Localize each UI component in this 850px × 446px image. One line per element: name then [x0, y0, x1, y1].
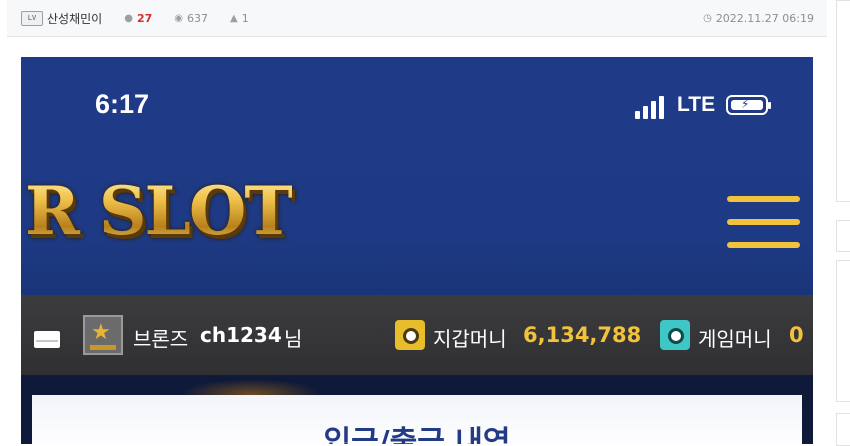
teal-safe-icon — [660, 320, 690, 350]
view-count-value: 637 — [186, 11, 208, 25]
comment-count-value: 27 — [136, 11, 153, 25]
wallet-amount: 6,134,788 — [523, 323, 642, 347]
clock-icon: ◷ — [703, 12, 712, 24]
post-date-value: 2022.11.27 06:19 — [715, 11, 814, 25]
phone-status-bar: 6:17 LTE ⚡ — [21, 57, 813, 152]
sidebar-panel — [836, 220, 850, 252]
transaction-panel: 입금/출금 내역 — [32, 395, 802, 444]
status-time: 6:17 — [95, 89, 150, 119]
like-count-value: 1 — [241, 11, 249, 25]
honorific: 님 — [284, 327, 303, 351]
wallet-label: 지갑머니 — [433, 327, 507, 351]
menu-icon[interactable] — [727, 196, 800, 248]
site-header: R SLOT — [21, 152, 813, 295]
view-count: ◉ 637 — [174, 12, 208, 25]
embedded-screenshot: 6:17 LTE ⚡ R SLOT ★ 브론즈 ch1234 님 지갑머니 6,… — [21, 57, 813, 444]
comment-icon: ● — [124, 12, 133, 24]
sidebar-panel — [836, 0, 850, 202]
like-count[interactable]: ▲ 1 — [230, 12, 249, 25]
user-info-bar: ★ 브론즈 ch1234 님 지갑머니 6,134,788 게임머니 0 — [21, 295, 813, 375]
game-money-amount: 0 — [789, 323, 804, 347]
signal-icon — [635, 95, 671, 119]
panel-title: 입금/출금 내역 — [323, 425, 511, 444]
post-meta-bar: LV 산성채민이 ● 27 ◉ 637 ▲ 1 ◷ 2022.11.27 06:… — [7, 0, 827, 37]
sidebar-panel — [836, 413, 850, 446]
author[interactable]: LV 산성채민이 — [21, 10, 102, 27]
sidebar-panel — [836, 260, 850, 402]
username: ch1234 — [200, 323, 282, 347]
mail-icon[interactable] — [34, 331, 60, 348]
thumbs-up-icon: ▲ — [229, 12, 238, 24]
rank-name: 브론즈 — [133, 327, 189, 351]
site-logo[interactable]: R SLOT — [25, 172, 294, 250]
battery-icon: ⚡ — [726, 95, 771, 115]
page-content: 입금/출금 내역 — [21, 375, 813, 444]
post-date: ◷ 2022.11.27 06:19 — [703, 12, 814, 25]
level-badge-icon: LV — [21, 10, 43, 26]
rank-icon: ★ — [83, 315, 123, 355]
network-type: LTE — [677, 93, 716, 116]
eye-icon: ◉ — [174, 12, 183, 24]
comment-count[interactable]: ● 27 — [124, 12, 152, 25]
gold-safe-icon — [395, 320, 425, 350]
author-name[interactable]: 산성채민이 — [47, 10, 102, 27]
game-money-label: 게임머니 — [698, 327, 772, 351]
